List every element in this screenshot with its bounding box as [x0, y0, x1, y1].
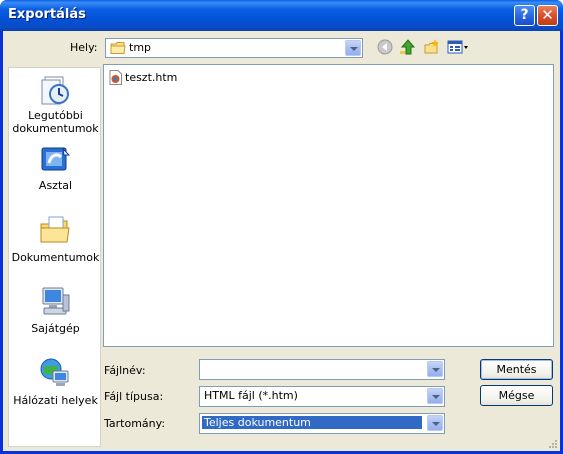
- my-documents-icon: [40, 216, 70, 243]
- export-dialog: Exportálás ? ✕ Hely: tmp Legutóbbi dokum…: [0, 0, 563, 454]
- recent-documents-icon: [41, 76, 69, 105]
- my-computer-icon: [42, 287, 70, 315]
- location-value: tmp: [129, 41, 152, 54]
- views-menu-icon[interactable]: [447, 39, 469, 55]
- help-button[interactable]: ?: [514, 5, 535, 26]
- filename-input[interactable]: [199, 359, 445, 380]
- place-label: Asztal: [38, 179, 73, 192]
- html-file-icon: [109, 70, 122, 85]
- network-places-icon: [40, 358, 69, 386]
- range-dropdown-button[interactable]: [427, 415, 443, 431]
- filetype-dropdown-button[interactable]: [427, 388, 443, 404]
- file-list[interactable]: teszt.htm: [103, 64, 554, 347]
- range-label: Tartomány:: [104, 417, 166, 430]
- dialog-client-area: Hely: tmp Legutóbbi dokumentumok Asztal …: [3, 31, 560, 451]
- cancel-button[interactable]: Mégse: [480, 385, 553, 406]
- new-folder-icon[interactable]: [424, 39, 440, 55]
- filetype-label: Fájl típusa:: [104, 390, 164, 403]
- location-label: Hely:: [70, 41, 98, 54]
- filetype-select[interactable]: HTML fájl (*.htm): [199, 386, 445, 407]
- filename-dropdown-button[interactable]: [427, 361, 443, 377]
- file-name: teszt.htm: [125, 71, 178, 84]
- filename-label: Fájlnév:: [104, 364, 146, 377]
- desktop-icon: [41, 147, 71, 171]
- close-button[interactable]: ✕: [537, 5, 558, 26]
- place-label: Legutóbbi dokumentumok: [12, 109, 99, 135]
- place-label: Dokumentumok: [11, 251, 100, 264]
- title-bar[interactable]: Exportálás ? ✕: [0, 0, 563, 31]
- resize-grip[interactable]: [548, 439, 558, 449]
- location-dropdown-button[interactable]: [345, 40, 361, 56]
- range-select[interactable]: Teljes dokumentum: [199, 413, 445, 434]
- folder-icon: [110, 42, 126, 54]
- location-combo[interactable]: tmp: [105, 38, 363, 58]
- filetype-value: HTML fájl (*.htm): [204, 389, 298, 402]
- range-value: Teljes dokumentum: [201, 415, 423, 430]
- places-bar: Legutóbbi dokumentumok Asztal Dokumentum…: [8, 67, 101, 447]
- up-folder-icon[interactable]: [400, 39, 416, 55]
- window-title: Exportálás: [8, 7, 86, 22]
- back-icon[interactable]: [377, 39, 393, 55]
- place-label: Sajátgép: [31, 322, 80, 335]
- place-label: Hálózati helyek: [13, 394, 98, 407]
- save-button[interactable]: Mentés: [480, 359, 553, 380]
